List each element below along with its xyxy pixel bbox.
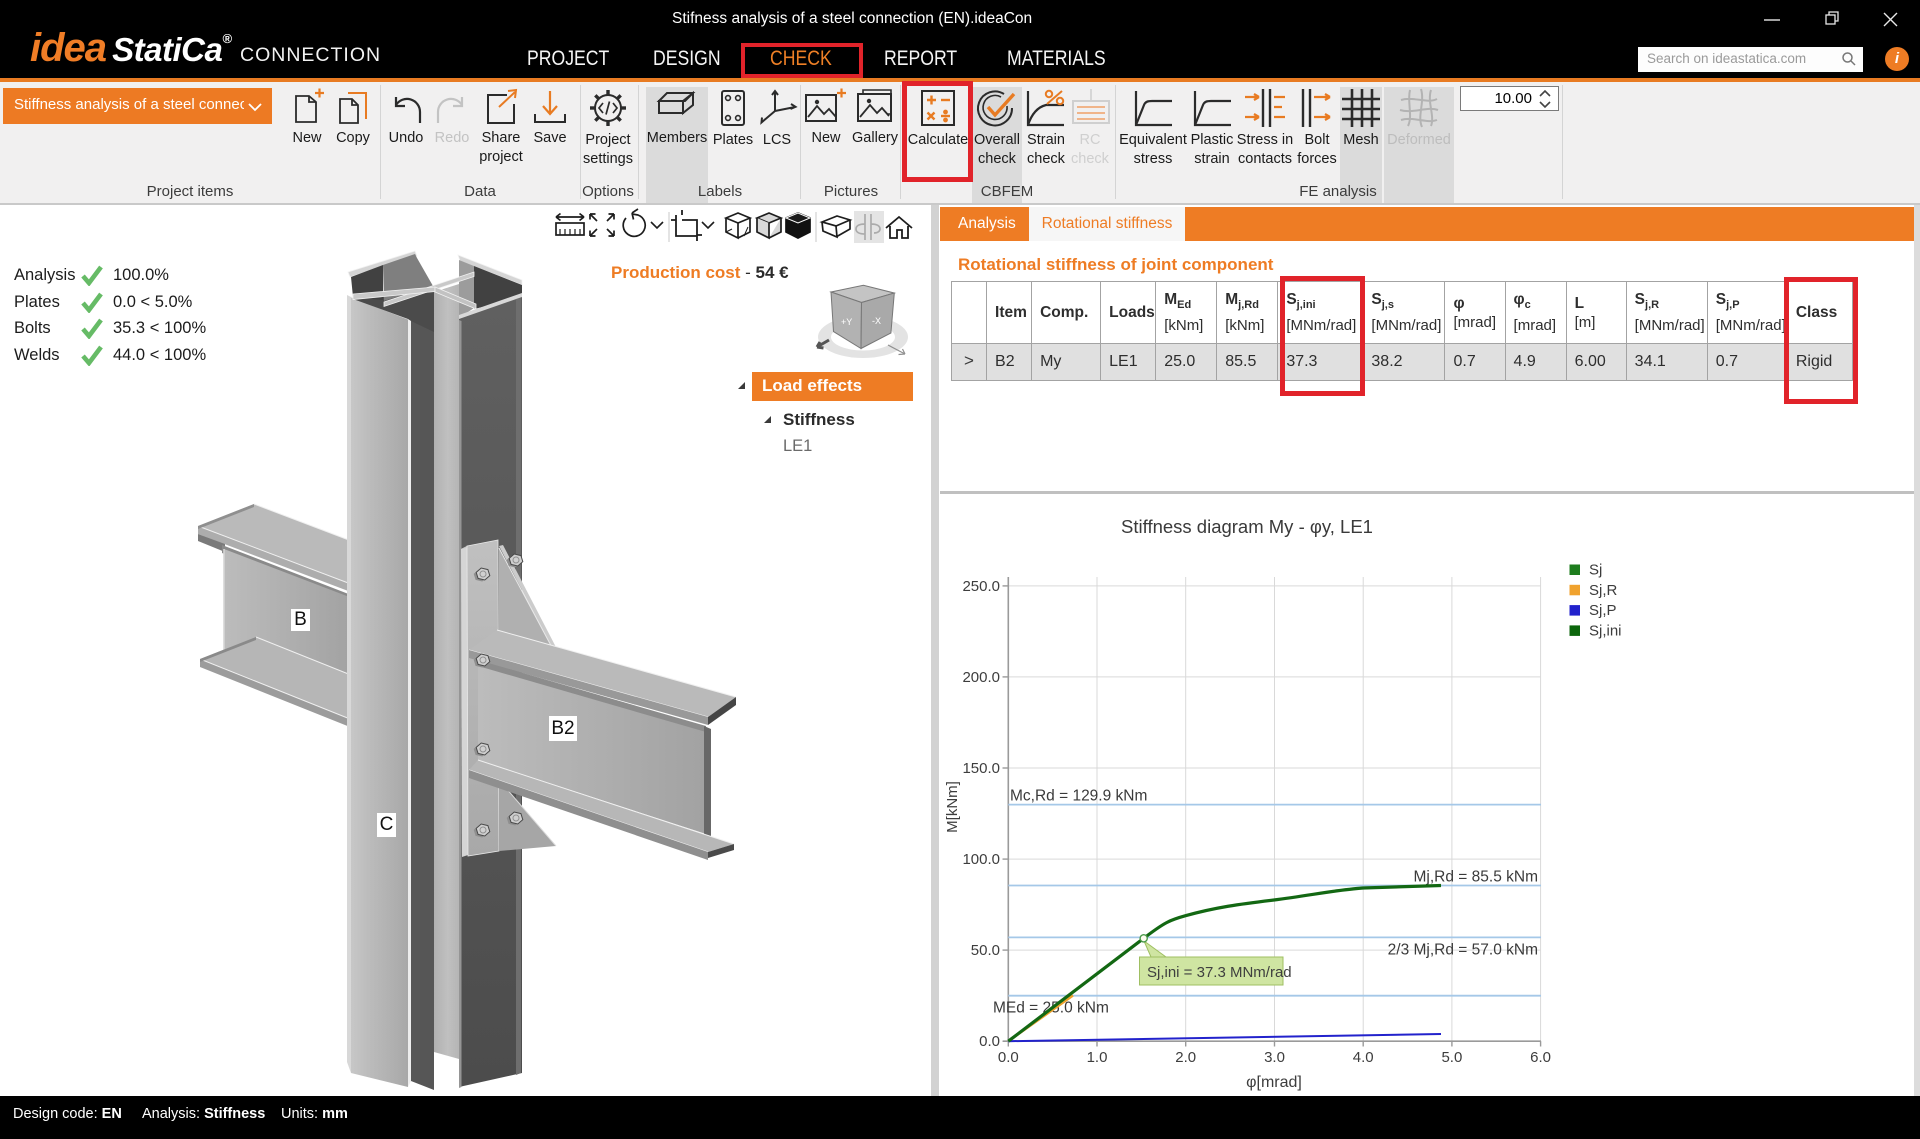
svg-text:200.0: 200.0: [962, 669, 1000, 686]
svg-text:5.0: 5.0: [1441, 1049, 1462, 1066]
svg-text:150.0: 150.0: [962, 760, 1000, 777]
svg-text:Mc,Rd = 129.9 kNm: Mc,Rd = 129.9 kNm: [1010, 788, 1147, 805]
svg-text:Stiffness diagram My - φy, LE1: Stiffness diagram My - φy, LE1: [1121, 516, 1373, 537]
svg-text:Sj,R: Sj,R: [1589, 582, 1618, 599]
svg-text:250.0: 250.0: [962, 578, 1000, 595]
svg-text:Sj,ini = 37.3 MNm/rad: Sj,ini = 37.3 MNm/rad: [1147, 964, 1292, 981]
svg-text:-X: -X: [872, 316, 881, 326]
svg-text:Mj,Rd = 85.5 kNm: Mj,Rd = 85.5 kNm: [1414, 869, 1538, 886]
svg-text:100.0: 100.0: [962, 851, 1000, 868]
svg-text:M[kNm]: M[kNm]: [944, 781, 961, 833]
svg-text:Sj,ini: Sj,ini: [1589, 622, 1622, 639]
svg-text:3.0: 3.0: [1264, 1049, 1285, 1066]
svg-text:50.0: 50.0: [971, 942, 1000, 959]
svg-text:4.0: 4.0: [1353, 1049, 1374, 1066]
svg-text:φ[mrad]: φ[mrad]: [1246, 1074, 1302, 1091]
svg-text:2/3 Mj,Rd = 57.0 kNm: 2/3 Mj,Rd = 57.0 kNm: [1388, 941, 1538, 958]
svg-text:Sj,P: Sj,P: [1589, 602, 1617, 619]
svg-text:0.0: 0.0: [979, 1033, 1000, 1050]
svg-text:1.0: 1.0: [1087, 1049, 1108, 1066]
svg-text:6.0: 6.0: [1530, 1049, 1551, 1066]
svg-text:0.0: 0.0: [998, 1049, 1019, 1066]
svg-text:+Y: +Y: [841, 317, 852, 327]
svg-text:2.0: 2.0: [1175, 1049, 1196, 1066]
svg-text:Sj: Sj: [1589, 562, 1602, 579]
